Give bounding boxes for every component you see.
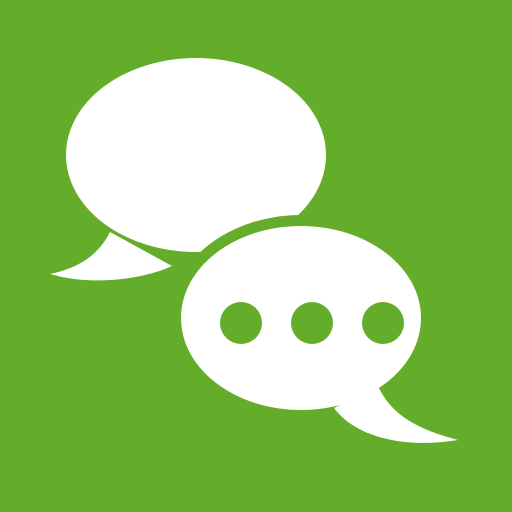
messages-app-icon[interactable] [0, 0, 512, 512]
typing-dot [362, 302, 404, 344]
typing-dot [220, 302, 262, 344]
chat-bubbles-icon [0, 0, 512, 512]
typing-dot [291, 302, 333, 344]
typing-indicator [220, 302, 404, 344]
